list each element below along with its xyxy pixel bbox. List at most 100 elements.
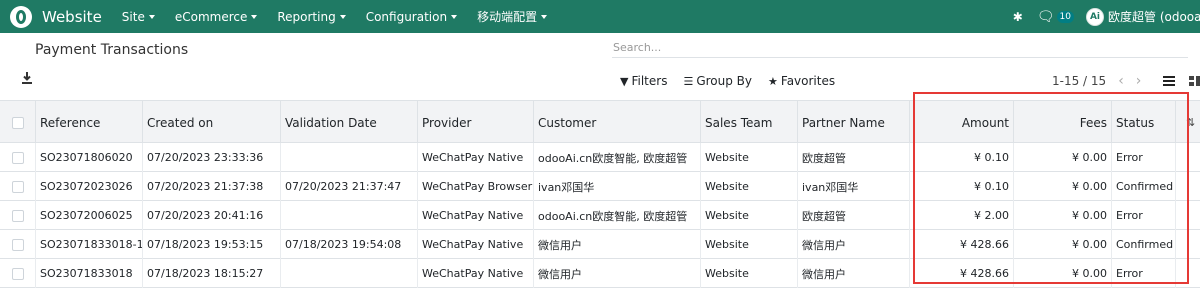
menu-reporting-label: Reporting: [277, 9, 336, 24]
cell-validation-date: 07/18/2023 19:54:08: [281, 230, 418, 259]
cell-validation-date: [281, 143, 418, 172]
cell-partner-name: ivan邓国华: [798, 172, 910, 201]
cell-created-on: 07/20/2023 20:41:16: [143, 201, 281, 230]
table-row[interactable]: SO23071806020 07/20/2023 23:33:36 WeChatPa…: [0, 143, 1200, 172]
cell-status: Error: [1112, 259, 1176, 288]
menu-ecommerce[interactable]: eCommerce: [175, 10, 258, 24]
navbar-systray: ✱ 🗨 10 Ai 欧度超管 (odooai.cn): [1013, 0, 1200, 33]
table-row[interactable]: SO23071833018-1 07/18/2023 19:53:15 07/18/…: [0, 230, 1200, 259]
row-checkbox[interactable]: [11, 267, 24, 280]
cell-fees: ¥ 0.00: [1014, 172, 1112, 201]
pager-previous-icon[interactable]: ‹: [1118, 73, 1124, 89]
cell-fees: ¥ 0.00: [1014, 201, 1112, 230]
menu-reporting[interactable]: Reporting: [277, 9, 346, 24]
cell-partner-name: 欧度超管: [798, 143, 910, 172]
cell-fees: ¥ 0.00: [1014, 230, 1112, 259]
kanban-view-icon[interactable]: [1188, 73, 1200, 89]
search-panel-buttons: ▼ Filters ☰ Group By ★ Favorites: [620, 74, 851, 88]
cell-validation-date: 07/20/2023 21:37:47: [281, 172, 418, 201]
table-row[interactable]: SO23071833018 07/18/2023 18:15:27 WeChatPa…: [0, 259, 1200, 288]
cell-reference: SO23071806020: [36, 143, 143, 172]
col-provider[interactable]: Provider: [418, 101, 534, 144]
list-view-icon[interactable]: [1161, 73, 1177, 89]
app-title[interactable]: Website: [42, 8, 102, 26]
cell-status: Confirmed: [1112, 172, 1176, 201]
menu-configuration[interactable]: Configuration: [365, 9, 458, 24]
cell-created-on: 07/18/2023 19:53:15: [143, 230, 281, 259]
menu-site[interactable]: Site: [122, 10, 155, 24]
select-all-checkbox[interactable]: [11, 116, 24, 129]
cell-customer: 微信用户: [534, 259, 701, 288]
cell-amount: ¥ 428.66: [910, 230, 1014, 259]
cell-partner-name: 微信用户: [798, 230, 910, 259]
breadcrumb: Payment Transactions: [35, 42, 189, 58]
menu-mobile-config[interactable]: 移动端配置: [477, 8, 548, 25]
table-header: Reference Created on Validation Date Pro…: [0, 100, 1200, 144]
cell-sales-team: Website: [701, 143, 798, 172]
menu-ecommerce-label: eCommerce: [174, 9, 248, 24]
pager-next-icon[interactable]: ›: [1136, 73, 1142, 89]
cell-sales-team: Website: [701, 172, 798, 201]
caret-down-icon: [451, 14, 458, 19]
row-checkbox[interactable]: [11, 151, 24, 164]
chat-count-badge: 10: [1056, 10, 1074, 23]
row-select-cell: [0, 201, 36, 230]
app-logo-icon[interactable]: [10, 5, 32, 28]
table-row[interactable]: SO23072023026 07/20/2023 21:37:38 07/20/20…: [0, 172, 1200, 201]
cell-validation-date: [281, 259, 418, 288]
filters-label: Filters: [631, 74, 668, 88]
menu-configuration-label: Configuration: [365, 9, 448, 24]
cell-status: Error: [1112, 143, 1176, 172]
cell-partner-name: 欧度超管: [798, 201, 910, 230]
pager-value[interactable]: 1-15 / 15: [1052, 74, 1106, 88]
cell-provider: WeChatPay Native: [418, 259, 534, 288]
user-avatar[interactable]: Ai: [1086, 7, 1104, 26]
cell-customer: 微信用户: [534, 230, 701, 259]
cell-fees: ¥ 0.00: [1014, 259, 1112, 288]
cell-customer: odooAi.cn欧度智能, 欧度超管: [534, 143, 701, 172]
row-select-cell: [0, 259, 36, 288]
layers-icon: ☰: [683, 74, 694, 88]
pager: 1-15 / 15 ‹ ›: [1052, 73, 1141, 89]
row-checkbox[interactable]: [11, 238, 24, 251]
col-sales-team[interactable]: Sales Team: [701, 101, 798, 144]
search-input[interactable]: [612, 36, 1188, 58]
cell-amount: ¥ 0.10: [910, 143, 1014, 172]
table-row[interactable]: SO23072006025 07/20/2023 20:41:16 WeChatPa…: [0, 201, 1200, 230]
favorites-button[interactable]: ★ Favorites: [768, 74, 835, 88]
group-by-button[interactable]: ☰ Group By: [683, 74, 752, 88]
cell-amount: ¥ 428.66: [910, 259, 1014, 288]
select-all-cell: [0, 101, 36, 144]
col-fees[interactable]: Fees: [1014, 101, 1112, 144]
cell-status: Error: [1112, 201, 1176, 230]
caret-down-icon: [339, 14, 346, 19]
chat-bubbles-icon: 🗨: [1036, 8, 1055, 25]
col-status[interactable]: Status: [1112, 101, 1176, 144]
col-customer[interactable]: Customer: [534, 101, 701, 144]
cell-customer: ivan邓国华: [534, 172, 701, 201]
cell-amount: ¥ 2.00: [910, 201, 1014, 230]
filters-button[interactable]: ▼ Filters: [620, 74, 667, 88]
download-icon[interactable]: [20, 71, 34, 85]
col-amount[interactable]: Amount: [910, 101, 1014, 144]
col-validation-date[interactable]: Validation Date: [281, 101, 418, 144]
user-menu[interactable]: 欧度超管 (odooai.cn): [1108, 8, 1200, 25]
debug-bug-icon[interactable]: ✱: [1013, 10, 1023, 24]
cell-validation-date: [281, 201, 418, 230]
cell-sales-team: Website: [701, 259, 798, 288]
cell-provider: WeChatPay Native: [418, 230, 534, 259]
row-select-cell: [0, 172, 36, 201]
messaging-button[interactable]: 🗨 10: [1037, 9, 1074, 25]
optional-columns-icon[interactable]: ⇅: [1186, 116, 1195, 129]
col-created-on[interactable]: Created on: [143, 101, 281, 144]
col-partner-name[interactable]: Partner Name: [798, 101, 910, 144]
col-reference[interactable]: Reference: [36, 101, 143, 144]
row-checkbox[interactable]: [11, 180, 24, 193]
row-select-cell: [0, 230, 36, 259]
row-checkbox[interactable]: [11, 209, 24, 222]
top-navbar: Website Site eCommerce Reporting Configu…: [0, 0, 1200, 33]
cell-created-on: 07/20/2023 21:37:38: [143, 172, 281, 201]
cell-sales-team: Website: [701, 201, 798, 230]
cell-created-on: 07/18/2023 18:15:27: [143, 259, 281, 288]
favorites-label: Favorites: [780, 74, 836, 88]
